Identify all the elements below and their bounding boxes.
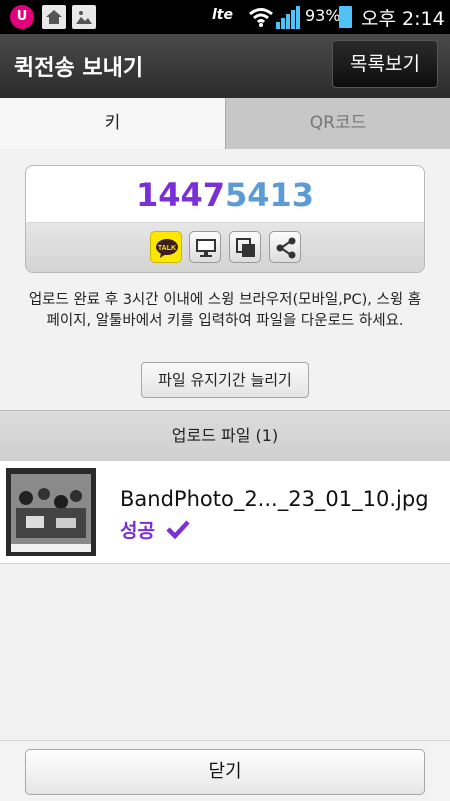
list-item[interactable]: BandPhoto_2..._23_01_10.jpg 성공 [0, 461, 450, 564]
svg-text:TALK: TALK [158, 245, 176, 252]
clock: 오후 2:14 [361, 8, 445, 30]
list-view-button[interactable]: 목록보기 [332, 40, 438, 88]
bottom-bar: 닫기 [0, 740, 450, 801]
lte-icon: lte [212, 7, 233, 23]
lg-uplus-icon: U [10, 5, 34, 29]
status-bar: U lte 93% 오후 2:14 [0, 0, 450, 34]
checkmark-icon [166, 520, 190, 540]
extend-retention-button[interactable]: 파일 유지기간 늘리기 [141, 362, 309, 398]
file-status: 성공 [120, 520, 155, 542]
wifi-icon [249, 8, 273, 27]
notification-photo-icon [72, 5, 96, 29]
share-icon [276, 237, 296, 259]
battery-percent: 93% [305, 6, 341, 25]
pc-monitor-icon [196, 239, 216, 257]
page-title: 퀵전송 보내기 [14, 56, 144, 81]
key-part-2: 5413 [225, 176, 315, 214]
instructions-text: 업로드 완료 후 3시간 이내에 스윙 브라우저(모바일,PC), 스윙 홈페이… [28, 292, 422, 329]
kakaotalk-icon: TALK [156, 239, 178, 258]
tab-qr-code[interactable]: QR코드 [225, 98, 450, 149]
share-button[interactable] [269, 231, 301, 263]
file-thumbnail [6, 468, 96, 556]
title-bar: 퀵전송 보내기 목록보기 [0, 34, 450, 99]
file-name: BandPhoto_2..._23_01_10.jpg [120, 487, 429, 511]
battery-icon [339, 6, 352, 28]
copy-key-button[interactable] [229, 231, 261, 263]
copy-icon [236, 238, 255, 257]
share-toolbar: TALK [26, 223, 424, 272]
kakaotalk-share-button[interactable]: TALK [150, 231, 182, 263]
close-button[interactable]: 닫기 [25, 749, 425, 795]
transfer-key: 14475413 [26, 166, 424, 223]
upload-files-header: 업로드 파일 (1) [0, 410, 450, 462]
key-part-1: 1447 [135, 176, 225, 214]
tab-bar: 키 QR코드 [0, 98, 450, 149]
signal-icon [276, 6, 300, 29]
notification-home-icon [42, 5, 66, 29]
pc-share-button[interactable] [189, 231, 221, 263]
tab-key[interactable]: 키 [0, 98, 225, 149]
key-box: 14475413 TALK [25, 165, 425, 273]
